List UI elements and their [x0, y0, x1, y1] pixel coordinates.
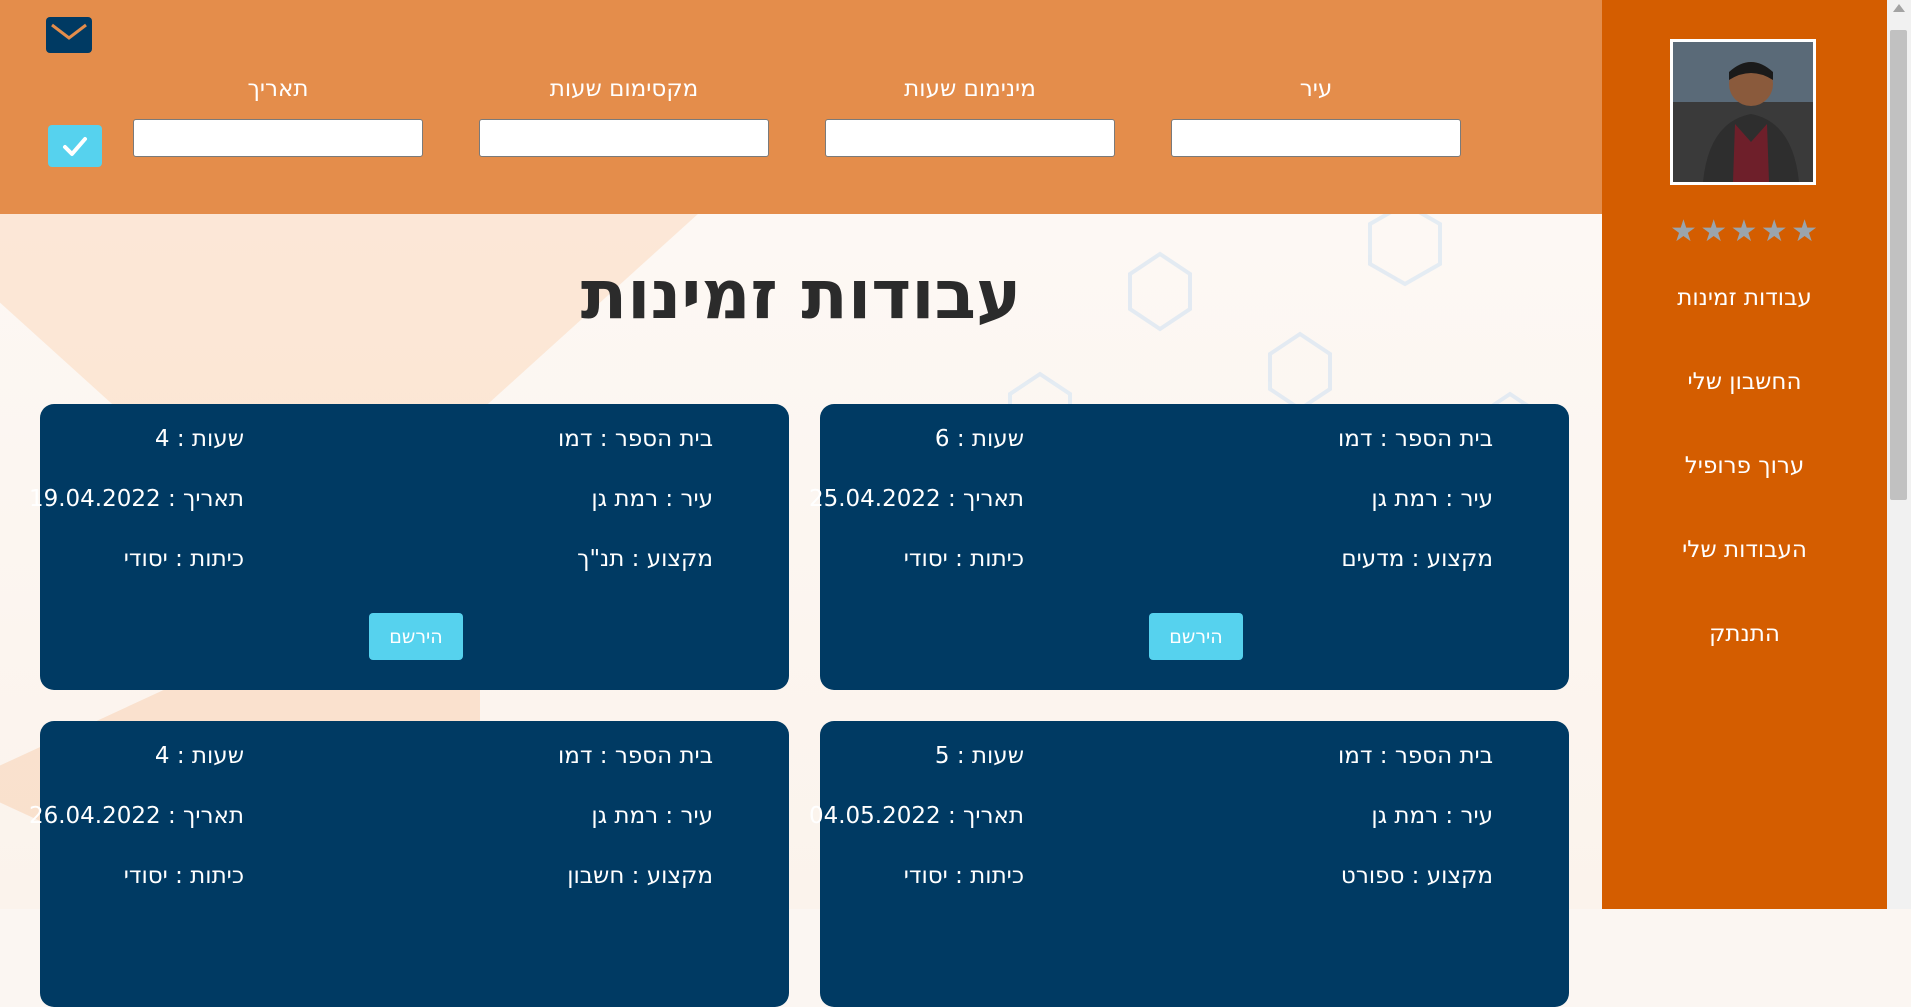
avatar[interactable]: [1670, 39, 1816, 185]
job-date: תאריך : 04.05.2022: [808, 803, 1024, 829]
city-filter-label: עיר: [1299, 76, 1333, 102]
max-hours-filter-label: מקסימום שעות: [549, 76, 699, 102]
job-city: עיר : רמת גן: [591, 803, 713, 829]
job-card: בית הספר : דמו שעות : 6 עיר : רמת גן תאר…: [809, 404, 1569, 690]
job-school: בית הספר : דמו: [558, 426, 713, 452]
register-button[interactable]: הירשם: [369, 613, 463, 660]
job-subject: מקצוע : ספורט: [1340, 863, 1493, 889]
star-icon: ★: [1791, 214, 1818, 249]
register-button[interactable]: הירשם: [1149, 613, 1243, 660]
job-hours: שעות : 5: [934, 743, 1024, 769]
date-filter-label: תאריך: [247, 76, 309, 102]
profile-photo: [1673, 42, 1813, 182]
star-icon: ★: [1700, 214, 1728, 249]
star-icon: ★: [1730, 214, 1758, 249]
job-grade: כיתות : יסודי: [123, 546, 244, 572]
job-city: עיר : רמת גן: [1371, 803, 1493, 829]
page-title: עבודות זמינות: [580, 256, 1022, 335]
envelope-icon[interactable]: [46, 17, 92, 53]
apply-filter-button[interactable]: [48, 125, 102, 167]
job-card: בית הספר : דמו שעות : 4 עיר : רמת גן תאר…: [29, 721, 789, 1007]
min-hours-filter-input[interactable]: [825, 119, 1115, 157]
job-date: תאריך : 25.04.2022: [808, 486, 1024, 512]
sidebar: ★ ★ ★ ★ ★ עבודות זמינות החשבון שלי ערוך …: [1602, 0, 1887, 909]
star-icon: ★: [1670, 214, 1697, 249]
nav-logout[interactable]: התנתק: [1602, 621, 1887, 647]
job-school: בית הספר : דמו: [1338, 426, 1493, 452]
job-school: בית הספר : דמו: [558, 743, 713, 769]
job-school: בית הספר : דמו: [1338, 743, 1493, 769]
job-city: עיר : רמת גן: [591, 486, 713, 512]
job-hours: שעות : 4: [154, 743, 244, 769]
job-hours: שעות : 6: [934, 426, 1024, 452]
filter-bar: עיר מינימום שעות מקסימום שעות תאריך: [0, 0, 1602, 214]
check-icon: [63, 137, 87, 156]
nav-my-jobs[interactable]: העבודות שלי: [1602, 537, 1887, 563]
star-icon: ★: [1760, 214, 1788, 249]
job-subject: מקצוע : מדעים: [1341, 546, 1493, 572]
scroll-up-arrow-icon[interactable]: [1893, 4, 1905, 12]
nav-available-jobs[interactable]: עבודות זמינות: [1602, 285, 1887, 311]
scrollbar-thumb[interactable]: [1890, 30, 1907, 500]
job-subject: מקצוע : חשבון: [567, 863, 713, 889]
job-grade: כיתות : יסודי: [903, 863, 1024, 889]
job-subject: מקצוע : תנ"ך: [577, 546, 713, 572]
rating-stars: ★ ★ ★ ★ ★: [1670, 212, 1818, 252]
job-date: תאריך : 26.04.2022: [28, 803, 244, 829]
nav-edit-profile[interactable]: ערוך פרופיל: [1602, 453, 1887, 479]
job-grade: כיתות : יסודי: [903, 546, 1024, 572]
job-card: בית הספר : דמו שעות : 4 עיר : רמת גן תאר…: [29, 404, 789, 690]
city-filter-input[interactable]: [1171, 119, 1461, 157]
nav-my-account[interactable]: החשבון שלי: [1602, 369, 1887, 395]
job-grade: כיתות : יסודי: [123, 863, 244, 889]
job-card: בית הספר : דמו שעות : 5 עיר : רמת גן תאר…: [809, 721, 1569, 1007]
job-date: תאריך : 19.04.2022: [28, 486, 244, 512]
max-hours-filter-input[interactable]: [479, 119, 769, 157]
job-city: עיר : רמת גן: [1371, 486, 1493, 512]
job-hours: שעות : 4: [154, 426, 244, 452]
date-filter-input[interactable]: [133, 119, 423, 157]
min-hours-filter-label: מינימום שעות: [904, 76, 1036, 102]
